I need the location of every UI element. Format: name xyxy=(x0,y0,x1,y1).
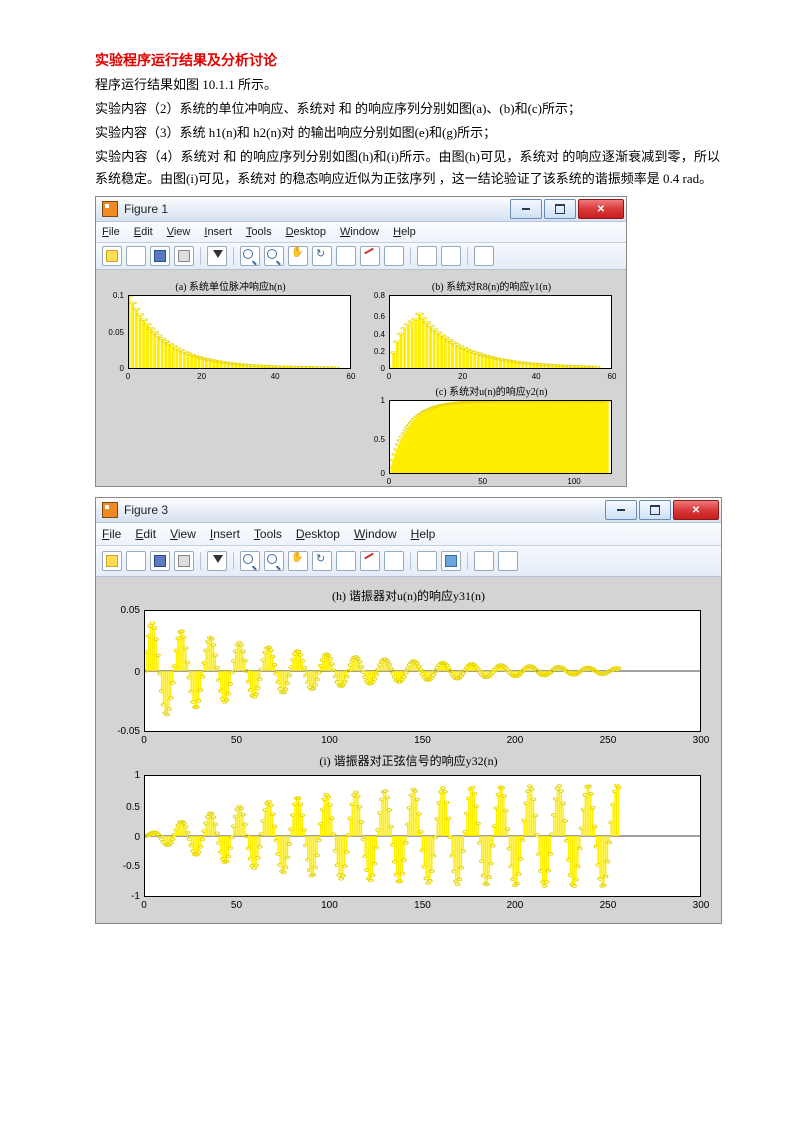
para-1: 程序运行结果如图 10.1.1 所示。 xyxy=(95,74,720,96)
subplot-a xyxy=(128,295,351,369)
zoom-in-icon[interactable] xyxy=(240,551,260,571)
menu-desktop[interactable]: Desktop xyxy=(296,527,340,541)
figure3-plotarea: (h) 谐振器对u(n)的响应y31(n) 0.05 0 -0.05 0 50 … xyxy=(96,577,721,923)
subplot-a-title: (a) 系统单位脉冲响应h(n) xyxy=(104,276,357,295)
figure3-title: Figure 3 xyxy=(124,503,605,517)
menu-edit[interactable]: Edit xyxy=(134,226,153,238)
link-icon[interactable] xyxy=(384,246,404,266)
pointer-icon[interactable] xyxy=(207,551,227,571)
menu-insert[interactable]: Insert xyxy=(210,527,240,541)
subplot-i xyxy=(144,775,701,897)
layout2-icon[interactable] xyxy=(498,551,518,571)
pan-icon[interactable] xyxy=(288,246,308,266)
figure3-window: Figure 3 ✕ File Edit View Insert Tools D… xyxy=(95,497,722,924)
menu-view[interactable]: View xyxy=(167,226,191,238)
matlab-icon xyxy=(102,502,118,518)
colorbar-icon[interactable] xyxy=(417,246,437,266)
zoom-out-icon[interactable] xyxy=(264,551,284,571)
section-heading: 实验程序运行结果及分析讨论 xyxy=(95,50,720,70)
layout-icon[interactable] xyxy=(474,246,494,266)
minimize-button[interactable] xyxy=(510,199,542,219)
save-icon[interactable] xyxy=(150,551,170,571)
maximize-button[interactable] xyxy=(639,500,671,520)
figure1-toolbar xyxy=(96,243,626,270)
rotate-icon[interactable] xyxy=(312,551,332,571)
menu-help[interactable]: Help xyxy=(411,527,436,541)
matlab-icon xyxy=(102,201,118,217)
subplot-h-title: (h) 谐振器对u(n)的响应y31(n) xyxy=(104,585,713,606)
para-4: 实验内容（4）系统对 和 的响应序列分别如图(h)和(i)所示。由图(h)可见，… xyxy=(95,146,720,190)
brush-icon[interactable] xyxy=(360,246,380,266)
pointer-icon[interactable] xyxy=(207,246,227,266)
para-2: 实验内容（2）系统的单位冲响应、系统对 和 的响应序列分别如图(a)、(b)和(… xyxy=(95,98,720,120)
menu-file[interactable]: File xyxy=(102,527,121,541)
datacursor-icon[interactable] xyxy=(336,246,356,266)
menu-desktop[interactable]: Desktop xyxy=(286,226,326,238)
subplot-b-title: (b) 系统对R8(n)的响应y1(n) xyxy=(365,276,618,295)
menu-view[interactable]: View xyxy=(170,527,196,541)
menu-edit[interactable]: Edit xyxy=(135,527,156,541)
menu-window[interactable]: Window xyxy=(340,226,379,238)
maximize-button[interactable] xyxy=(544,199,576,219)
close-button[interactable]: ✕ xyxy=(578,199,624,219)
subplot-c xyxy=(389,400,612,474)
separator-icon xyxy=(410,552,411,570)
menu-insert[interactable]: Insert xyxy=(204,226,232,238)
subplot-h xyxy=(144,610,701,732)
subplot-c-title: (c) 系统对u(n)的响应y2(n) xyxy=(365,381,618,400)
figure1-window: Figure 1 ✕ File Edit View Insert Tools D… xyxy=(95,196,627,487)
close-button[interactable]: ✕ xyxy=(673,500,719,520)
minimize-button[interactable] xyxy=(605,500,637,520)
figure1-plotarea: (a) 系统单位脉冲响应h(n) 0.1 0.05 0 0 20 40 60 xyxy=(96,270,626,486)
para-3: 实验内容（3）系统 h1(n)和 h2(n)对 的输出响应分别如图(e)和(g)… xyxy=(95,122,720,144)
separator-icon xyxy=(233,552,234,570)
save-icon[interactable] xyxy=(150,246,170,266)
subplot-b xyxy=(389,295,612,369)
new-figure-icon[interactable] xyxy=(102,551,122,571)
subplot-i-title: (i) 谐振器对正弦信号的响应y32(n) xyxy=(104,750,713,771)
menu-tools[interactable]: Tools xyxy=(254,527,282,541)
open-icon[interactable] xyxy=(126,551,146,571)
figure1-title: Figure 1 xyxy=(124,202,510,216)
datacursor-icon[interactable] xyxy=(336,551,356,571)
zoom-out-icon[interactable] xyxy=(264,246,284,266)
figure3-titlebar[interactable]: Figure 3 ✕ xyxy=(96,498,721,523)
menu-window[interactable]: Window xyxy=(354,527,397,541)
print-icon[interactable] xyxy=(174,551,194,571)
print-icon[interactable] xyxy=(174,246,194,266)
menu-file[interactable]: File xyxy=(102,226,120,238)
rotate-icon[interactable] xyxy=(312,246,332,266)
layout-icon[interactable] xyxy=(474,551,494,571)
legend-icon[interactable] xyxy=(441,246,461,266)
separator-icon xyxy=(467,247,468,265)
pan-icon[interactable] xyxy=(288,551,308,571)
legend-icon[interactable] xyxy=(441,551,461,571)
new-figure-icon[interactable] xyxy=(102,246,122,266)
figure1-menubar: File Edit View Insert Tools Desktop Wind… xyxy=(96,222,626,243)
separator-icon xyxy=(233,247,234,265)
menu-help[interactable]: Help xyxy=(393,226,416,238)
separator-icon xyxy=(410,247,411,265)
link-icon[interactable] xyxy=(384,551,404,571)
zoom-in-icon[interactable] xyxy=(240,246,260,266)
figure3-menubar: File Edit View Insert Tools Desktop Wind… xyxy=(96,523,721,546)
open-icon[interactable] xyxy=(126,246,146,266)
figure3-toolbar xyxy=(96,546,721,577)
separator-icon xyxy=(200,247,201,265)
figure1-titlebar[interactable]: Figure 1 ✕ xyxy=(96,197,626,222)
menu-tools[interactable]: Tools xyxy=(246,226,272,238)
brush-icon[interactable] xyxy=(360,551,380,571)
colorbar-icon[interactable] xyxy=(417,551,437,571)
separator-icon xyxy=(200,552,201,570)
separator-icon xyxy=(467,552,468,570)
